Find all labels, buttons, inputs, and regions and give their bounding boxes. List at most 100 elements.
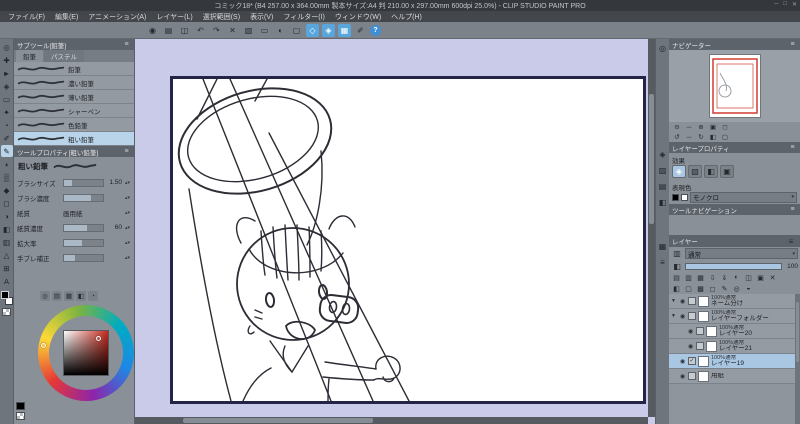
apply-mask-icon[interactable]: ◫ xyxy=(743,273,754,283)
palette-color-icon[interactable]: ◒ xyxy=(743,284,754,294)
menu-item[interactable]: 選択範囲(S) xyxy=(198,12,245,22)
brush-item[interactable]: 鉛筆 xyxy=(14,62,134,76)
material-dock-icon[interactable]: ◧ xyxy=(657,196,669,208)
transparent-color-swatch[interactable] xyxy=(2,308,11,316)
subtool-panel-header[interactable]: サブツール[鉛筆] ≡ xyxy=(14,39,134,50)
vertical-scroll-thumb[interactable] xyxy=(649,94,654,224)
brush-item[interactable]: 薄い鉛筆 xyxy=(14,90,134,104)
layer-list-scrollbar[interactable] xyxy=(795,294,800,424)
zoom-out-icon[interactable]: ⊖ xyxy=(672,123,682,132)
airbrush-tool-icon[interactable]: ▒ xyxy=(1,171,13,183)
maximize-button[interactable]: □ xyxy=(783,1,787,8)
figure-tool-icon[interactable]: △ xyxy=(1,249,13,261)
blend-mode-select[interactable]: 通常 ▾ xyxy=(685,248,798,259)
menu-item[interactable]: アニメーション(A) xyxy=(83,12,151,22)
main-color-swatch[interactable] xyxy=(0,291,9,299)
expression-color-select[interactable]: モノクロ ▾ xyxy=(690,191,797,203)
menu-item[interactable]: ヘルプ(H) xyxy=(386,12,427,22)
snap-grid-icon[interactable]: ▦ xyxy=(338,23,351,37)
quick-access-dock-icon[interactable]: ◎ xyxy=(657,42,669,54)
color-wheel-tab-icon[interactable]: ◎ xyxy=(40,291,50,301)
lock-transparent-pixels-icon[interactable]: ▩ xyxy=(695,284,706,294)
layer-property-dock-icon[interactable]: ◈ xyxy=(657,148,669,160)
layer-scroll-thumb[interactable] xyxy=(796,302,799,362)
tone-effect-icon[interactable]: ▨ xyxy=(688,165,702,178)
subtool-tab-pencil[interactable]: 鉛筆 xyxy=(16,50,43,62)
eyedropper-tool-icon[interactable]: ◔ xyxy=(1,119,13,131)
blend-tool-icon[interactable]: ◑ xyxy=(1,210,13,222)
layer-visibility-icon[interactable]: ◉ xyxy=(679,298,686,305)
spinner-arrows-icon[interactable]: ▴▾ xyxy=(124,180,131,185)
tool-navigation-menu-icon[interactable]: ≡ xyxy=(788,205,797,214)
layer-visibility-icon[interactable]: ◉ xyxy=(679,373,686,380)
layer-row[interactable]: ◉ 用紙 xyxy=(669,369,800,384)
decoration-tool-icon[interactable]: ◆ xyxy=(1,184,13,196)
saturation-value-square[interactable] xyxy=(63,330,109,376)
spinner-arrows-icon[interactable]: ▴▾ xyxy=(124,240,131,245)
transparent-swatch[interactable] xyxy=(16,412,25,420)
layer-row[interactable]: ◉ ✓ 100%通常 レイヤー19 xyxy=(669,354,800,369)
move-tool-icon[interactable]: ✚ xyxy=(1,54,13,66)
brush-item[interactable]: シャーペン xyxy=(14,104,134,118)
tool-property-menu-icon[interactable]: ≡ xyxy=(122,147,131,156)
navigator-thumbnail[interactable] xyxy=(709,55,760,117)
tool-navigation-panel-header[interactable]: ツールナビゲーション ≡ xyxy=(669,204,800,215)
menu-item[interactable]: レイヤー(L) xyxy=(151,12,197,22)
text-tool-icon[interactable]: A xyxy=(1,275,13,287)
save-file-icon[interactable]: ◫ xyxy=(178,24,191,37)
property-slider[interactable] xyxy=(63,178,104,187)
property-slider[interactable] xyxy=(63,238,104,247)
canvas-vertical-scrollbar[interactable] xyxy=(648,39,655,417)
menu-item[interactable]: 表示(V) xyxy=(245,12,278,22)
layer-row[interactable]: ◉ 100%通常 レイヤー20 xyxy=(669,324,800,339)
zoom-in-icon[interactable]: ⊕ xyxy=(696,123,706,132)
layer-row[interactable]: ◉ 100%通常 レイヤー21 xyxy=(669,339,800,354)
folder-expand-icon[interactable]: ▼ xyxy=(671,298,677,304)
gradient-tool-icon[interactable]: ▥ xyxy=(1,236,13,248)
sv-cursor[interactable] xyxy=(96,336,101,341)
layer-row[interactable]: ▼ ◉ 100%通常 ネーム分け xyxy=(669,294,800,309)
menu-item[interactable]: ウィンドウ(W) xyxy=(330,12,386,22)
lock-layer-icon[interactable]: ▢ xyxy=(683,284,694,294)
set-as-draft-layer-icon[interactable]: ✎ xyxy=(719,284,730,294)
layer-thumbnail[interactable] xyxy=(706,325,717,337)
snap-special-ruler-icon[interactable]: ◈ xyxy=(322,23,335,37)
layer-mask-icon[interactable]: ◐ xyxy=(731,273,742,283)
black-swatch[interactable] xyxy=(16,402,25,410)
layer-color-effect-icon[interactable]: ◧ xyxy=(704,165,718,178)
pen-tool-icon[interactable]: ✐ xyxy=(1,132,13,144)
expression-white-chip[interactable] xyxy=(681,193,688,201)
brush-item[interactable]: 濃い鉛筆 xyxy=(14,76,134,90)
color-history-tab-icon[interactable]: ◔ xyxy=(88,291,98,301)
menu-item[interactable]: 編集(E) xyxy=(50,12,83,22)
brush-tool-icon[interactable]: ◖ xyxy=(1,158,13,170)
redo-icon[interactable]: ↷ xyxy=(210,24,223,37)
frame-border-tool-icon[interactable]: ⊞ xyxy=(1,262,13,274)
selection-tool-icon[interactable]: ▭ xyxy=(1,93,13,105)
spinner-arrows-icon[interactable]: ▴▾ xyxy=(124,195,131,200)
tool-property-panel-header[interactable]: ツールプロパティ[粗い鉛筆] ≡ xyxy=(14,146,134,157)
property-text-value[interactable]: 画用紙 xyxy=(63,208,122,218)
zoom-slider-icon[interactable]: ─ xyxy=(684,123,694,132)
clip-studio-home-icon[interactable]: ◉ xyxy=(146,24,159,37)
layer-property-panel-header[interactable]: レイヤープロパティ ≡ xyxy=(669,142,800,153)
canvas-horizontal-scrollbar[interactable] xyxy=(135,417,648,424)
layers-menu-icon[interactable]: ≡ xyxy=(785,235,797,247)
layer-thumbnail[interactable] xyxy=(698,370,709,382)
layer-checkbox[interactable] xyxy=(688,297,696,305)
spinner-arrows-icon[interactable]: ▴▾ xyxy=(124,225,131,230)
layer-visibility-icon[interactable]: ◉ xyxy=(687,343,694,350)
rotate-slider-icon[interactable]: ─ xyxy=(684,133,694,142)
reset-display-icon[interactable]: ▢ xyxy=(720,133,730,142)
snap-ruler-icon[interactable]: ◇ xyxy=(306,23,319,37)
layer-thumbnail[interactable] xyxy=(698,310,709,322)
layer-row[interactable]: ▼ ◉ 100%通常 レイヤーフォルダー xyxy=(669,309,800,324)
clear-icon[interactable]: ✕ xyxy=(226,24,239,37)
navigator-panel-header[interactable]: ナビゲーター ≡ xyxy=(669,39,800,50)
layer-search-dock-icon[interactable]: ≡ xyxy=(657,256,669,268)
navigator-menu-icon[interactable]: ≡ xyxy=(788,40,797,49)
actual-size-icon[interactable]: ◻ xyxy=(720,123,730,132)
border-effect-icon[interactable]: ◈ xyxy=(672,165,686,178)
selection-border-icon[interactable]: ▢ xyxy=(290,24,303,37)
hue-cursor[interactable] xyxy=(41,343,46,348)
